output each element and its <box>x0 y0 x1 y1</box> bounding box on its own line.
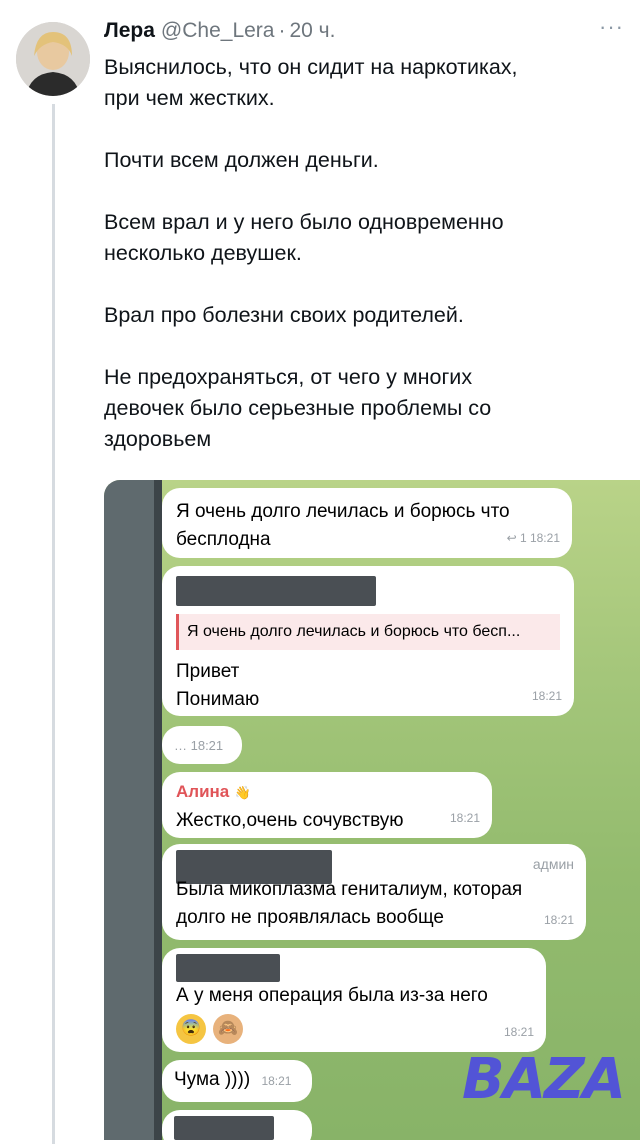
tweet-line: Не предохраняться, от чего у многих <box>104 365 473 389</box>
message-time: 18:21 <box>261 1074 292 1088</box>
tweet-line: здоровьем <box>104 427 212 451</box>
tweet-text: Выяснилось, что он сидит на наркотиках, … <box>104 52 624 455</box>
redacted-name <box>174 1116 274 1140</box>
see-no-evil-emoji: 🙈 <box>213 1014 244 1044</box>
tweet-line: Всем врал и у него было одновременно <box>104 210 504 234</box>
tweet-line: при чем жестких. <box>104 86 275 110</box>
message-line: бесплодна <box>176 529 271 550</box>
chat-message: Алина 👋 Жестко,очень сочувствую 18:21 <box>162 772 492 838</box>
author-handle[interactable]: @Che_Lera <box>161 19 275 43</box>
tweet-line: Врал про болезни своих родителей. <box>104 303 464 327</box>
chat-message: А у меня операция была из-за него 😨 🙈 18… <box>162 948 546 1052</box>
message-time: 18:21 <box>449 811 480 825</box>
photo-edge-dark <box>154 480 162 1140</box>
baza-watermark-logo: BAZA <box>462 1047 626 1112</box>
author-name[interactable]: Лера <box>104 19 155 43</box>
separator: · <box>278 19 286 42</box>
tweet-time[interactable]: 20 ч. <box>289 19 335 43</box>
message-time: 18:21 <box>531 689 562 703</box>
message-line: Я очень долго лечилась и борюсь что <box>176 501 510 522</box>
message-line: Была микоплазма гениталиум, которая <box>176 879 523 900</box>
message-line: долго не проявлялась вообще <box>176 907 444 928</box>
more-options-icon[interactable]: ··· <box>599 14 624 40</box>
message-meta: ↩ 1 18:21 <box>506 531 560 545</box>
admin-label: админ <box>532 856 574 872</box>
message-text: А у меня операция была из-за него <box>176 985 488 1006</box>
message-time: 18:21 <box>503 1025 534 1039</box>
wave-emoji: 👋 <box>234 785 251 800</box>
tweet-line: несколько девушек. <box>104 241 302 265</box>
avatar[interactable] <box>16 22 90 96</box>
chat-message: админ Была микоплазма гениталиум, котора… <box>162 844 586 940</box>
sender-name[interactable]: Алина <box>176 782 229 801</box>
message-text: Жестко,очень сочувствую <box>176 810 404 831</box>
reply-quote[interactable]: Я очень долго лечилась и борюсь что бесп… <box>176 614 560 650</box>
chat-message: Я очень долго лечилась и борюсь что бесп… <box>162 488 572 558</box>
thread-line <box>52 104 55 1144</box>
chat-message: … 18:21 <box>162 726 242 764</box>
chat-message-partial <box>162 1110 312 1140</box>
redacted-name <box>176 576 376 606</box>
redacted-name <box>176 954 280 982</box>
tweet-line: девочек было серьезные проблемы со <box>104 396 492 420</box>
tweet-line: Почти всем должен деньги. <box>104 148 379 172</box>
message-line: Привет <box>176 661 240 682</box>
tweet-line: Выяснилось, что он сидит на наркотиках, <box>104 55 518 79</box>
tweet-header: Лера @Che_Lera · 20 ч. ··· <box>104 14 624 48</box>
message-text: Чума )))) <box>174 1069 251 1090</box>
message-time: 18:21 <box>543 913 574 927</box>
tweet-media-image[interactable]: Я очень долго лечилась и борюсь что бесп… <box>104 480 640 1140</box>
message-line: Понимаю <box>176 689 260 710</box>
chat-message: Я очень долго лечилась и борюсь что бесп… <box>162 566 574 716</box>
fearful-face-emoji: 😨 <box>176 1014 206 1044</box>
message-text: … 18:21 <box>174 738 224 753</box>
chat-message: Чума )))) 18:21 <box>162 1060 312 1102</box>
